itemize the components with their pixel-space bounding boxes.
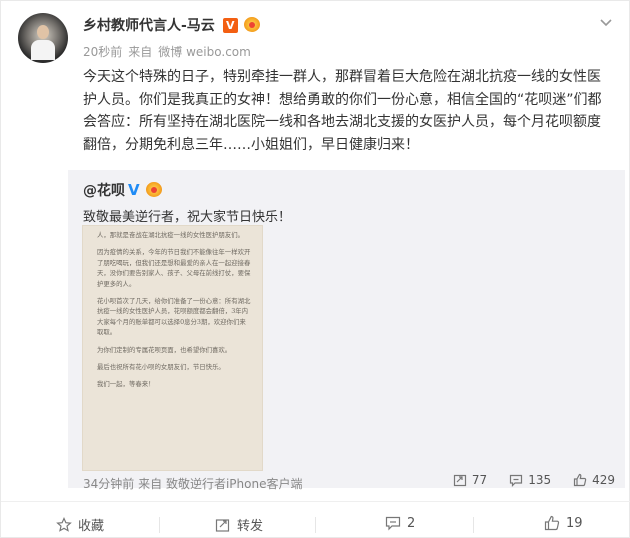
repost-label: 转发: [237, 519, 264, 534]
post-source-prefix: 来自: [128, 45, 153, 59]
post-content: 今天这个特殊的日子，特别牵挂一群人，那群冒着巨大危险在湖北抗疫一线的女性医护人员…: [83, 69, 602, 153]
like-count: 19: [566, 515, 583, 531]
verified-badge-icon: V: [222, 17, 238, 33]
repost-source-prefix: 来自: [138, 477, 163, 491]
repost-stats: 77 135 429: [453, 473, 615, 487]
favorite-button[interactable]: 收藏: [56, 515, 104, 534]
avatar-head: [37, 25, 49, 39]
star-icon: [56, 516, 72, 532]
like-icon: [573, 473, 587, 487]
repost-meta: 34分钟前 来自 致敬逆行者iPhone客户端: [83, 475, 302, 492]
letter-paragraph: 因为疫情的关系，今年的节日我们不能像往年一样欢开了朋吃喝玩，但我们还是想和最爱的…: [97, 248, 251, 288]
weibo-post-card: 乡村教师代言人-马云 V 20秒前 来自 微博 weibo.com 今天这个特殊…: [0, 0, 630, 538]
chevron-down-icon[interactable]: [599, 15, 613, 29]
post-time[interactable]: 20秒前: [83, 43, 122, 60]
author-avatar[interactable]: [18, 13, 68, 63]
repost-comment-count: 135: [528, 473, 552, 487]
repost-footer: 34分钟前 来自 致敬逆行者iPhone客户端 77 135 429: [83, 473, 623, 495]
avatar-body: [31, 40, 55, 60]
author-row: 乡村教师代言人-马云 V: [83, 15, 261, 35]
comment-icon: [510, 474, 523, 487]
vip-crown-icon: [243, 17, 261, 33]
comment-button[interactable]: 2: [385, 515, 415, 531]
share-icon: [215, 518, 230, 532]
repost-source[interactable]: 致敬逆行者iPhone客户端: [166, 477, 303, 491]
author-name[interactable]: 乡村教师代言人-马云: [83, 15, 215, 35]
comment-count: 2: [407, 515, 416, 531]
favorite-label: 收藏: [78, 519, 105, 534]
action-separator: [315, 517, 316, 533]
action-separator: [473, 517, 474, 533]
repost-author[interactable]: @花呗: [83, 180, 125, 200]
post-source[interactable]: 微博 weibo.com: [158, 43, 251, 60]
repost-time[interactable]: 34分钟前: [83, 477, 134, 491]
repost-repost-count: 77: [471, 473, 488, 487]
action-bar: 收藏 转发 2 19: [1, 509, 630, 538]
repost-button[interactable]: 转发: [215, 515, 263, 534]
repost-block: @花呗 V 致敬最美逆行者，祝大家节日快乐！ 人，那就是奋战在湖北抗疫一线的女性…: [68, 170, 625, 491]
letter-paragraph: 人，那就是奋战在湖北抗疫一线的女性医护朋友们。: [97, 231, 244, 239]
repost-like-count-button[interactable]: 429: [573, 473, 615, 487]
post-meta: 20秒前 来自 微博 weibo.com: [83, 43, 251, 60]
repost-like-count: 429: [592, 473, 615, 487]
like-icon: [544, 515, 560, 531]
letter-paragraph: 我们一起，等春来！: [97, 380, 155, 389]
repost-repost-count-button[interactable]: 77: [453, 473, 487, 487]
letter-paragraph: 花小呗首次了几天，给你们准备了一份心意：所有湖北抗疫一线的女性医护人员，花呗额度…: [97, 297, 251, 337]
like-button[interactable]: 19: [544, 515, 583, 531]
repost-header: @花呗 V: [83, 180, 163, 200]
letter-paragraph: 为你们定制的专属花呗页面，也希望你们喜欢。: [97, 345, 232, 354]
repost-comment-count-button[interactable]: 135: [509, 473, 551, 487]
repost-verified-icon: V: [128, 181, 140, 199]
letter-text: 人，那就是奋战在湖北抗疫一线的女性医护朋友们。 因为疫情的关系，今年的节日我们不…: [97, 230, 251, 397]
action-divider: [1, 501, 630, 502]
comment-icon: [385, 516, 401, 531]
action-separator: [159, 517, 160, 533]
repost-text: 致敬最美逆行者，祝大家节日快乐！: [83, 210, 292, 225]
repost-vip-crown-icon: [145, 182, 163, 198]
letter-paragraph: 最后也祝所有花小呗的女朋友们，节日快乐。: [97, 363, 225, 372]
repost-icon: [453, 474, 467, 487]
repost-letter-image[interactable]: 人，那就是奋战在湖北抗疫一线的女性医护朋友们。 因为疫情的关系，今年的节日我们不…: [82, 225, 263, 471]
